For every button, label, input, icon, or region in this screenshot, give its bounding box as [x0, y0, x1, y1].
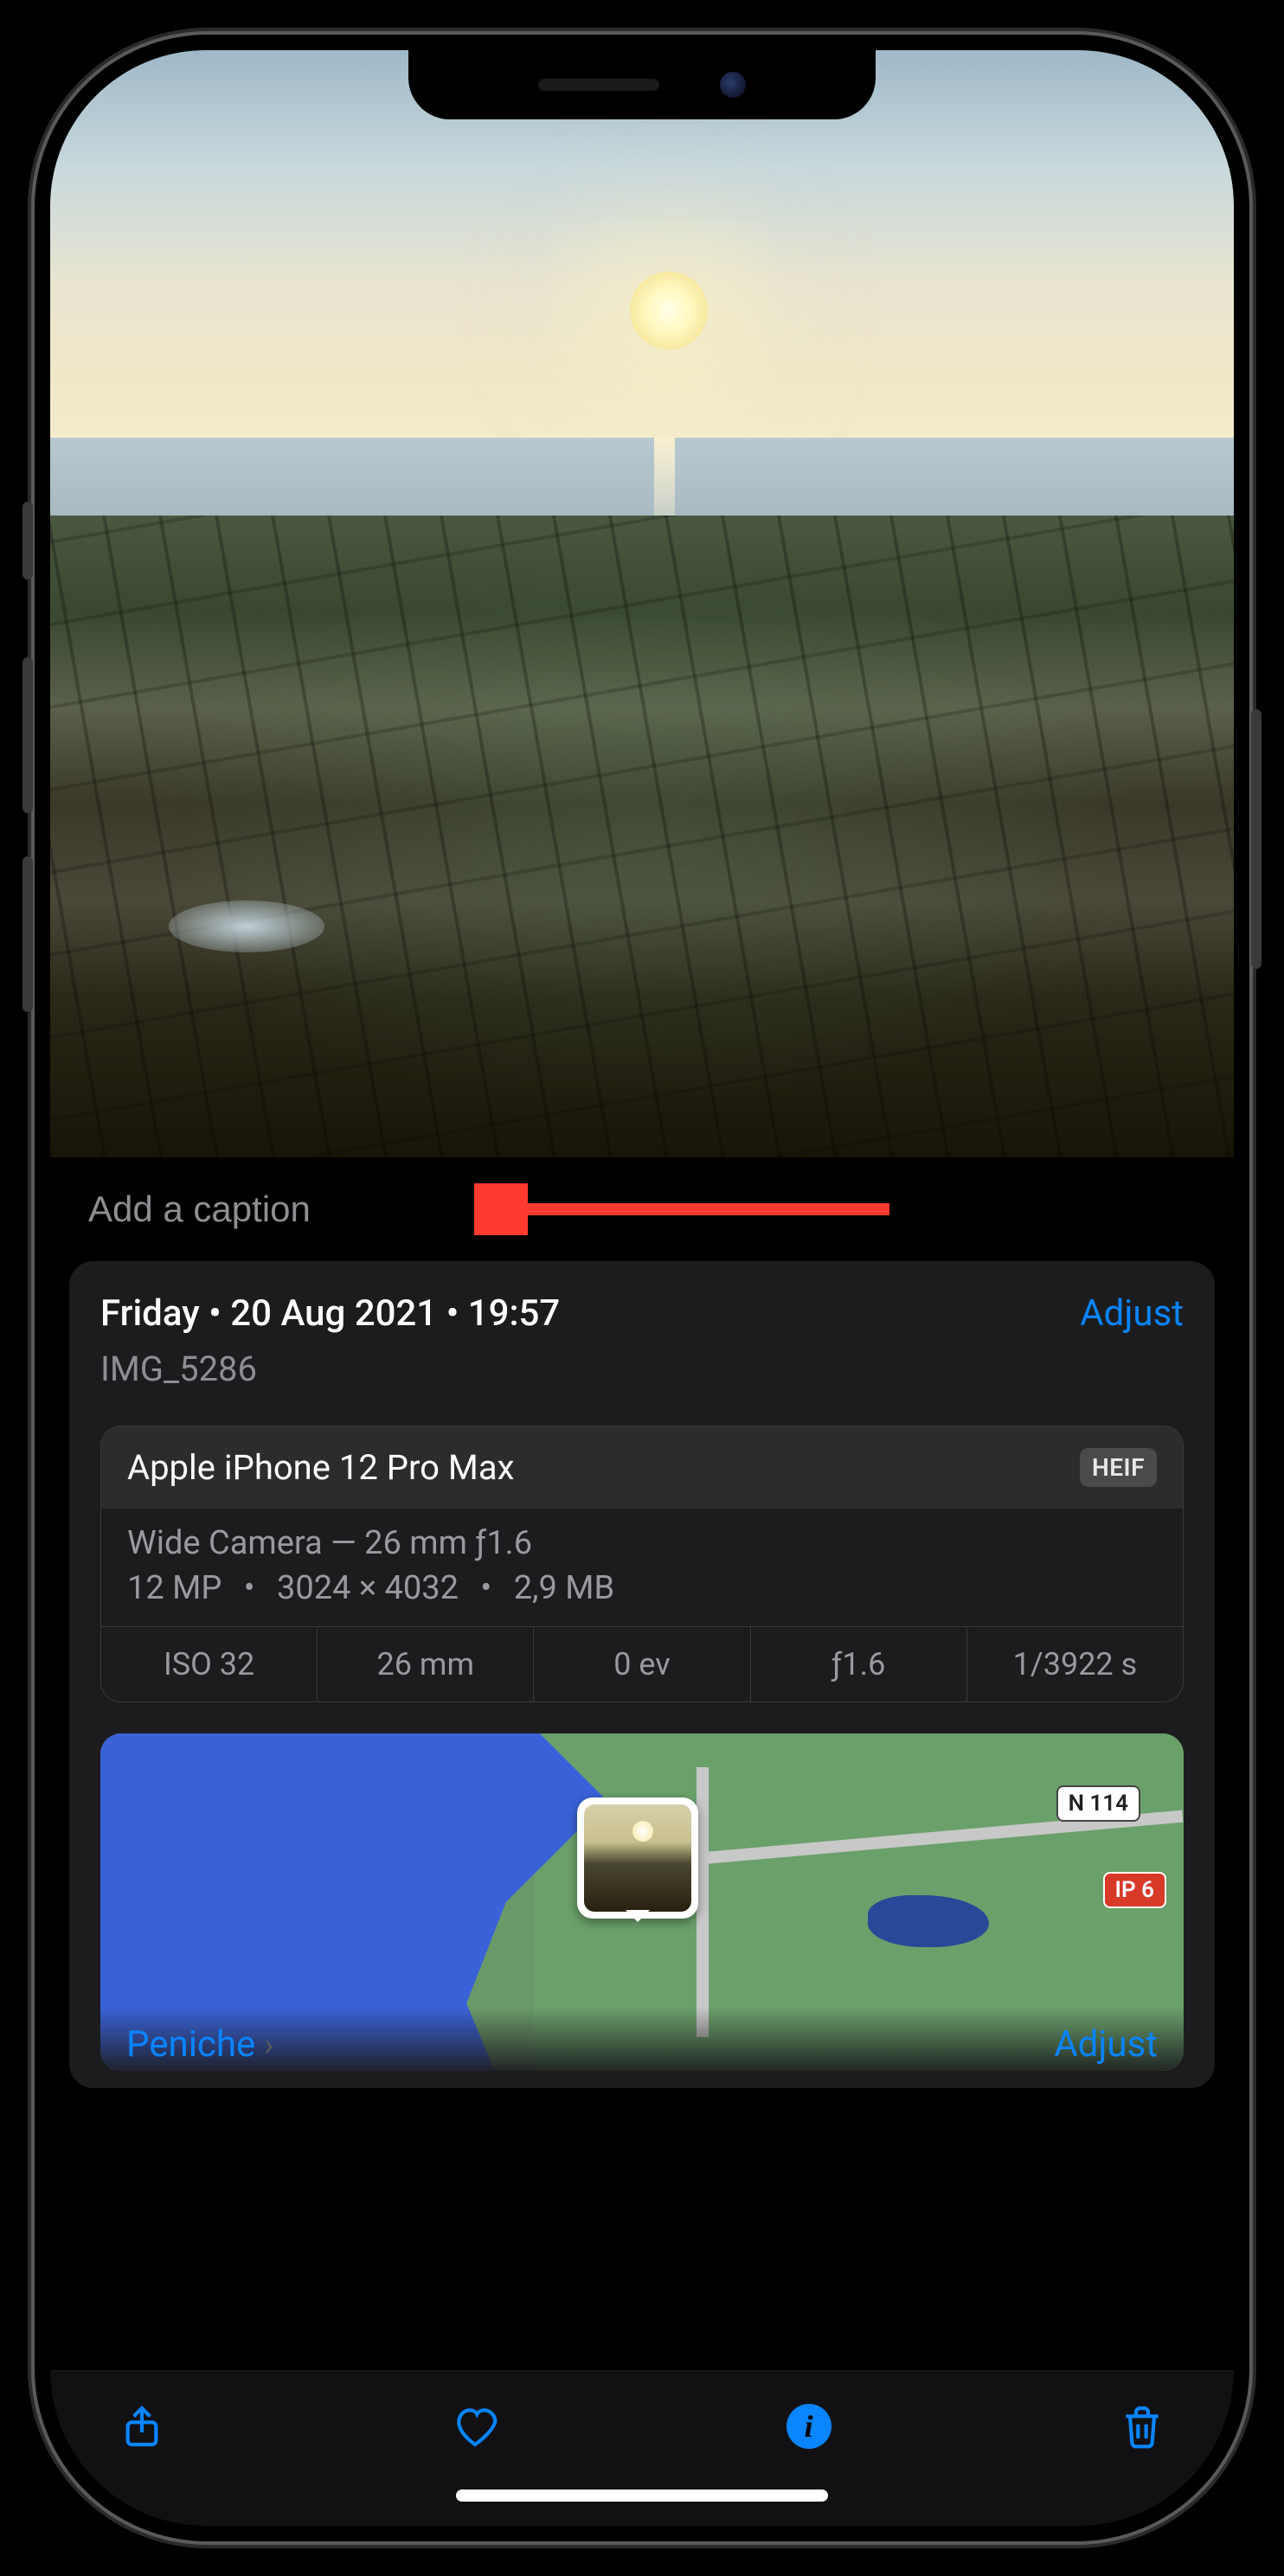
info-icon: i	[786, 2404, 831, 2449]
exif-aperture: ƒ1.6	[751, 1627, 967, 1701]
location-row: Peniche › Adjust	[100, 2008, 1184, 2071]
silent-switch	[22, 502, 33, 580]
exif-row: ISO 32 26 mm 0 ev ƒ1.6 1/3922 s	[101, 1626, 1183, 1701]
bottom-toolbar: i	[50, 2370, 1234, 2526]
delete-button[interactable]	[1111, 2395, 1173, 2457]
photo-sun-reflection	[654, 438, 675, 526]
exif-shutter: 1/3922 s	[967, 1627, 1183, 1701]
share-icon	[118, 2402, 166, 2451]
photo-location-pin[interactable]	[577, 1797, 698, 1919]
chevron-right-icon: ›	[264, 2027, 273, 2063]
notch	[408, 50, 876, 119]
volume-down-button	[22, 856, 33, 1012]
device-model: Apple iPhone 12 Pro Max	[127, 1447, 514, 1488]
power-button	[1251, 709, 1262, 969]
front-camera	[720, 72, 746, 98]
format-badge: HEIF	[1080, 1448, 1157, 1487]
adjust-date-button[interactable]: Adjust	[1080, 1292, 1184, 1335]
pin-thumbnail	[584, 1804, 691, 1912]
caption-row	[50, 1157, 1234, 1261]
trash-icon	[1118, 2402, 1166, 2451]
filesize: 2,9 MB	[514, 1569, 614, 1607]
location-name-button[interactable]: Peniche ›	[126, 2023, 273, 2066]
device-header: Apple iPhone 12 Pro Max HEIF	[101, 1426, 1183, 1509]
road-label-ip6: IP 6	[1103, 1872, 1166, 1908]
dimension-info: 12 MP • 3024 × 4032 • 2,9 MB	[101, 1566, 1183, 1626]
lens-info: Wide Camera — 26 mm ƒ1.6	[101, 1509, 1183, 1566]
megapixels: 12 MP	[127, 1569, 221, 1607]
photo-sea-region	[50, 438, 1234, 526]
heart-icon	[451, 2402, 499, 2451]
photo-sun	[630, 272, 708, 349]
exif-iso: ISO 32	[101, 1627, 318, 1701]
exif-exposure-bias: 0 ev	[534, 1627, 750, 1701]
exif-focal-length: 26 mm	[318, 1627, 534, 1701]
speaker-grille	[538, 79, 659, 91]
favorite-button[interactable]	[444, 2395, 506, 2457]
adjust-location-button[interactable]: Adjust	[1054, 2023, 1158, 2066]
location-name-label: Peniche	[126, 2023, 255, 2066]
device-frame: Friday • 20 Aug 2021 • 19:57 Adjust IMG_…	[35, 35, 1249, 2541]
annotation-arrow	[474, 1183, 898, 1235]
info-scroll-area[interactable]: Friday • 20 Aug 2021 • 19:57 Adjust IMG_…	[50, 1157, 1234, 2370]
share-button[interactable]	[111, 2395, 173, 2457]
location-map[interactable]: N 114 IP 6 Peniche › Adjust	[100, 1733, 1184, 2071]
home-indicator[interactable]	[456, 2489, 828, 2502]
photo-preview[interactable]	[50, 50, 1234, 1157]
photo-rocks-region	[50, 516, 1234, 1157]
photo-filename: IMG_5286	[100, 1349, 1184, 1389]
screen: Friday • 20 Aug 2021 • 19:57 Adjust IMG_…	[50, 50, 1234, 2526]
device-card: Apple iPhone 12 Pro Max HEIF Wide Camera…	[100, 1426, 1184, 1702]
photo-date: Friday • 20 Aug 2021 • 19:57	[100, 1292, 560, 1335]
road-label-n114: N 114	[1056, 1785, 1140, 1822]
pixel-dimensions: 3024 × 4032	[277, 1569, 459, 1607]
info-button[interactable]: i	[778, 2395, 840, 2457]
volume-up-button	[22, 657, 33, 813]
map-lake	[868, 1895, 989, 1947]
info-panel: Friday • 20 Aug 2021 • 19:57 Adjust IMG_…	[69, 1261, 1215, 2088]
